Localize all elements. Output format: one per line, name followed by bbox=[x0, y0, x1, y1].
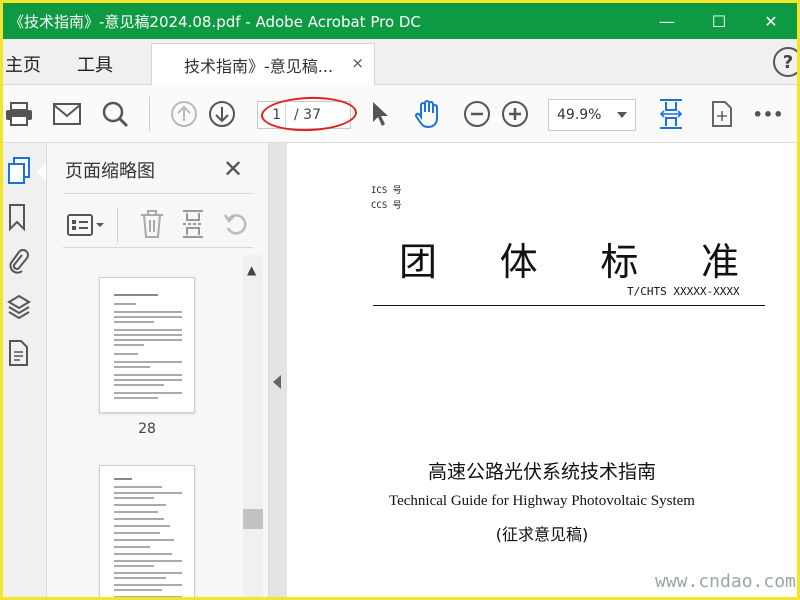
hand-icon[interactable] bbox=[413, 99, 443, 129]
thumbnail-page-29[interactable] bbox=[99, 465, 195, 597]
window-title: 《技术指南》-意见稿2024.08.pdf - Adobe Acrobat Pr… bbox=[9, 12, 421, 31]
english-title: Technical Guide for Highway Photovoltaic… bbox=[389, 493, 695, 509]
draft-label: (征求意见稿) bbox=[495, 525, 589, 544]
page-down-icon[interactable] bbox=[207, 99, 237, 129]
tab-close-icon[interactable]: × bbox=[351, 54, 364, 72]
standard-char: 准 bbox=[700, 240, 739, 284]
bookmark-icon[interactable] bbox=[7, 203, 31, 232]
standard-code: T/CHTS XXXXX-XXXX bbox=[627, 285, 740, 298]
tab-home[interactable]: 主页 bbox=[5, 51, 41, 77]
thumbnail-page-number: 28 bbox=[138, 421, 156, 437]
title-bar: 《技术指南》-意见稿2024.08.pdf - Adobe Acrobat Pr… bbox=[3, 3, 797, 39]
standard-heading: 团 体 标 准 bbox=[399, 231, 739, 286]
pdf-page: ICS 号 CCS 号 团 体 标 准 T/CHTS XXXXX-XXXX 高速… bbox=[287, 143, 797, 597]
zoom-out-icon[interactable] bbox=[463, 99, 491, 129]
page-up-icon[interactable] bbox=[169, 99, 199, 129]
window-frame: 《技术指南》-意见稿2024.08.pdf - Adobe Acrobat Pr… bbox=[0, 0, 800, 600]
mail-icon[interactable] bbox=[53, 99, 81, 129]
rotate-view-icon[interactable] bbox=[707, 99, 735, 129]
panel-divider bbox=[63, 193, 253, 194]
tab-document[interactable]: 技术指南》-意见稿... × bbox=[151, 43, 375, 85]
rotate-page-icon[interactable] bbox=[223, 211, 249, 241]
panel-close-icon[interactable]: ✕ bbox=[223, 155, 243, 183]
thumbnail-scrollbar[interactable]: ▲ bbox=[243, 255, 263, 597]
toolbar: 1 / 37 ••• bbox=[3, 85, 797, 143]
fit-width-icon[interactable] bbox=[657, 99, 685, 129]
toolbar-separator bbox=[149, 97, 150, 131]
maximize-button[interactable]: ☐ bbox=[693, 3, 745, 39]
tab-document-label: 技术指南》-意见稿... bbox=[184, 56, 334, 76]
page-thumbnails-icon[interactable] bbox=[7, 157, 31, 185]
thumbnail-page-28[interactable] bbox=[99, 277, 195, 413]
scroll-up-icon[interactable]: ▲ bbox=[247, 263, 256, 277]
minimize-button[interactable]: — bbox=[641, 3, 693, 39]
document-view: ICS 号 CCS 号 团 体 标 准 T/CHTS XXXXX-XXXX 高速… bbox=[269, 143, 797, 597]
watermark: www.cndao.com bbox=[655, 571, 796, 592]
zoom-select[interactable]: 49.9% bbox=[548, 99, 636, 131]
more-icon[interactable]: ••• bbox=[753, 99, 784, 129]
options-menu-icon[interactable] bbox=[67, 213, 105, 241]
chinese-title: 高速公路光伏系统技术指南 bbox=[427, 461, 656, 483]
tools-separator bbox=[117, 207, 118, 243]
ics-label: ICS 号 bbox=[371, 186, 402, 196]
standard-char: 团 bbox=[399, 240, 438, 284]
ccs-label: CCS 号 bbox=[371, 201, 402, 211]
tab-bar: 主页 工具 技术指南》-意见稿... × ? bbox=[3, 39, 797, 85]
search-icon[interactable] bbox=[101, 99, 129, 129]
thumbnail-tools bbox=[63, 205, 253, 247]
thumbnails-panel: 页面缩略图 ✕ 28 ▲ bbox=[47, 143, 269, 597]
close-window-button[interactable]: ✕ bbox=[745, 3, 797, 39]
tab-tools[interactable]: 工具 bbox=[77, 51, 113, 77]
scrollbar-thumb[interactable] bbox=[243, 509, 263, 529]
attachment-icon[interactable] bbox=[7, 247, 31, 275]
standard-char: 标 bbox=[600, 240, 639, 284]
layers-icon[interactable] bbox=[7, 293, 31, 321]
zoom-in-icon[interactable] bbox=[501, 99, 529, 129]
extract-page-icon[interactable] bbox=[181, 209, 205, 243]
pointer-icon[interactable] bbox=[369, 99, 391, 129]
heading-rule bbox=[373, 305, 765, 306]
document-icon[interactable] bbox=[7, 339, 31, 367]
panel-pointer bbox=[37, 163, 46, 181]
print-icon[interactable] bbox=[5, 99, 33, 129]
tools-divider bbox=[63, 247, 253, 248]
standard-char: 体 bbox=[499, 240, 538, 284]
zoom-value: 49.9% bbox=[557, 107, 602, 123]
collapse-panel-icon[interactable] bbox=[273, 375, 281, 389]
panel-title: 页面缩略图 bbox=[65, 161, 155, 182]
thumbnail-list: 28 ▲ bbox=[47, 255, 269, 597]
navigation-rail bbox=[3, 143, 47, 597]
delete-icon[interactable] bbox=[139, 209, 165, 243]
chevron-down-icon bbox=[617, 112, 627, 118]
help-icon[interactable]: ? bbox=[773, 47, 797, 77]
